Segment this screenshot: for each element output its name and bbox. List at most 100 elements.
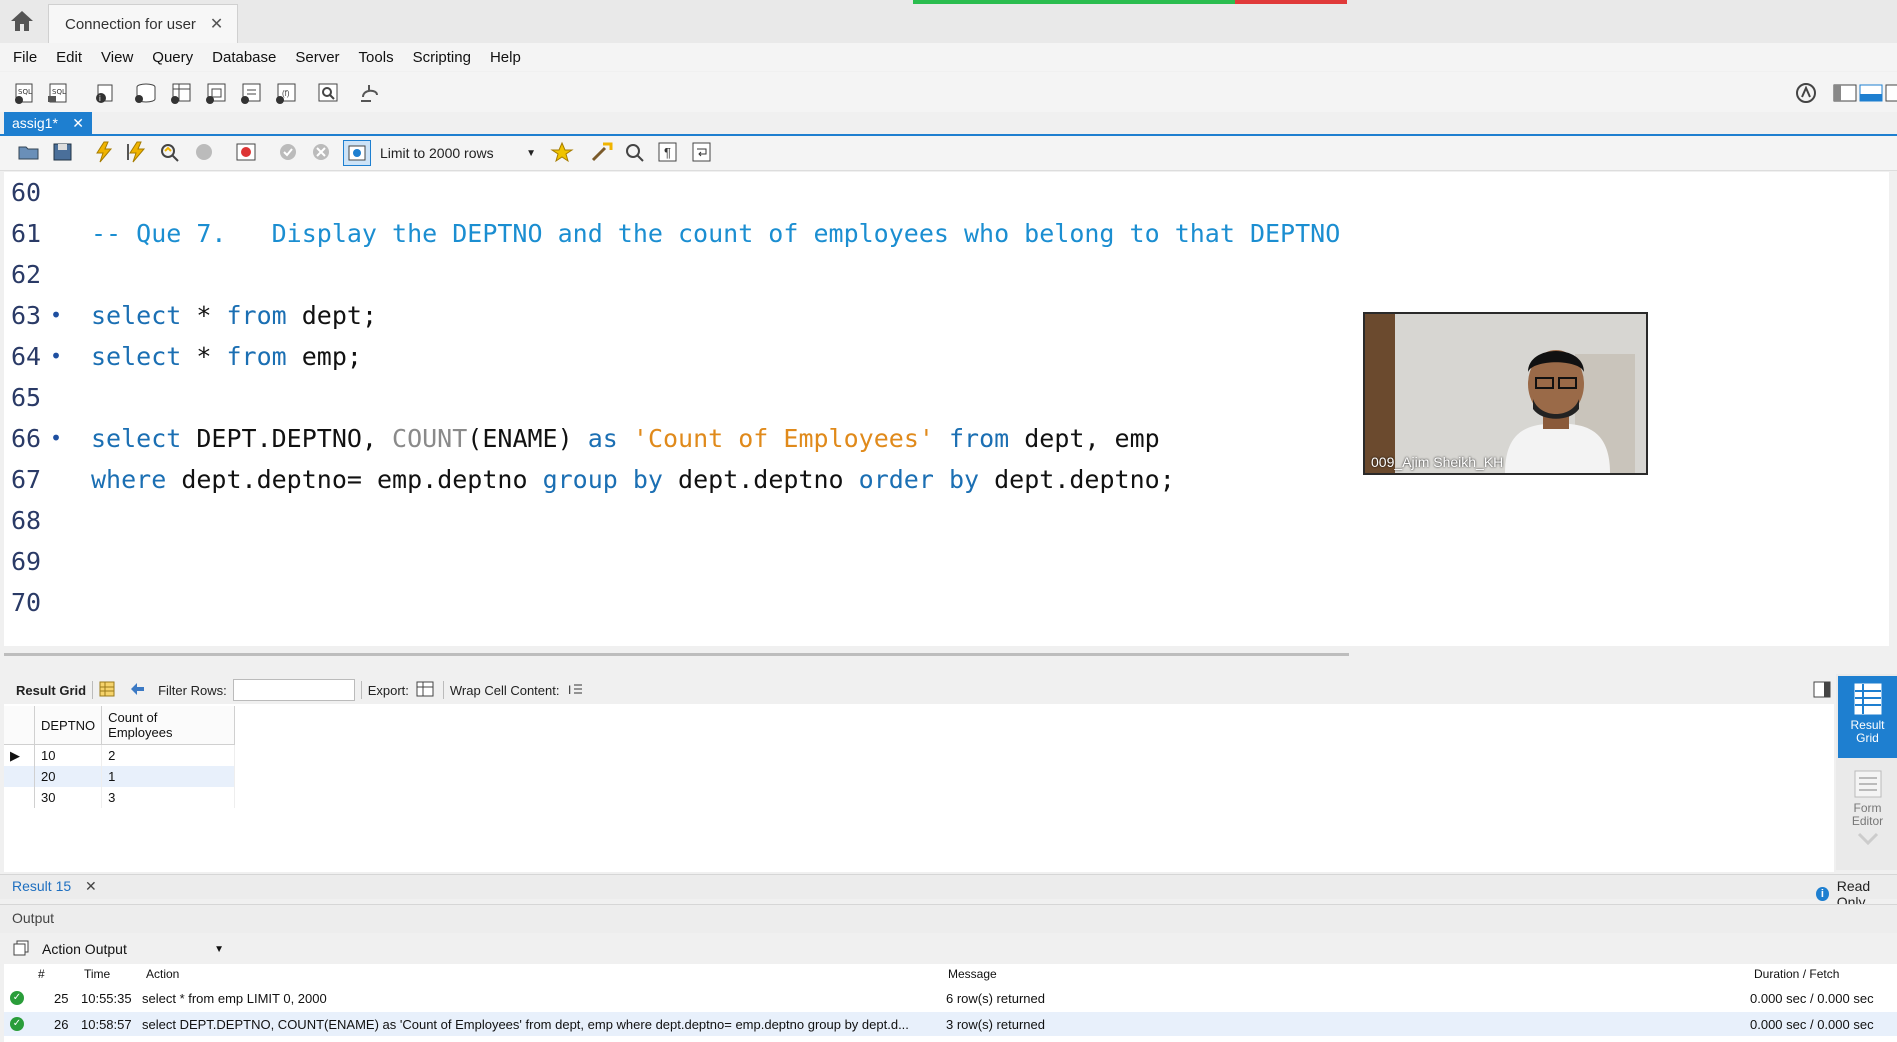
code-text: select * from dept;: [91, 295, 377, 336]
commit-icon[interactable]: [275, 140, 301, 164]
output-row-num: 26: [54, 1016, 69, 1032]
code-token: from: [948, 424, 1010, 453]
editor-horizontal-scrollbar[interactable]: [4, 653, 1349, 656]
export-label: Export:: [367, 682, 409, 698]
invisible-chars-icon[interactable]: ¶: [655, 140, 681, 164]
autocommit-icon[interactable]: [343, 140, 371, 166]
close-icon[interactable]: ✕: [210, 14, 223, 34]
explain-icon[interactable]: [157, 140, 183, 164]
search-table-data-icon[interactable]: [315, 81, 341, 105]
table-cell[interactable]: 1: [101, 766, 236, 787]
toggle-stop-on-error-icon[interactable]: [233, 140, 259, 164]
word-wrap-icon[interactable]: [689, 140, 715, 164]
export-icon[interactable]: [415, 680, 437, 701]
create-table-icon[interactable]: [168, 81, 194, 105]
menu-query[interactable]: Query: [146, 49, 199, 66]
toggle-output-icon[interactable]: [1858, 81, 1884, 105]
code-token: 'Count of Employees': [632, 424, 934, 453]
create-procedure-icon[interactable]: [238, 81, 264, 105]
connection-tab[interactable]: Connection for user ✕: [48, 4, 238, 43]
toggle-panel-icon[interactable]: [1812, 680, 1832, 704]
output-row[interactable]: ✓ 26 10:58:57 select DEPT.DEPTNO, COUNT(…: [4, 1012, 1897, 1036]
save-icon[interactable]: [50, 140, 76, 164]
output-title: Output: [12, 910, 55, 926]
column-header-action: Action: [146, 967, 180, 981]
code-token: DEPT.DEPTNO,: [181, 424, 393, 453]
table-cell[interactable]: 10: [34, 744, 103, 766]
inspector-icon[interactable]: i: [92, 81, 118, 105]
create-function-icon[interactable]: (f): [273, 81, 299, 105]
rollback-icon[interactable]: [308, 140, 334, 164]
current-row-marker-icon: ▶: [4, 744, 35, 766]
table-row[interactable]: 20 1: [4, 766, 236, 787]
output-type-value: Action Output: [42, 941, 127, 957]
add-snippet-icon[interactable]: [549, 140, 575, 164]
home-icon[interactable]: [8, 8, 36, 34]
line-number: 69: [11, 547, 42, 576]
result-table[interactable]: DEPTNO Count of Employees ▶ 10 2 20 1 30…: [4, 706, 236, 808]
file-tab[interactable]: assig1* ✕: [4, 112, 92, 134]
form-editor-side-button[interactable]: Form Editor: [1838, 765, 1897, 847]
close-icon[interactable]: ✕: [85, 878, 97, 894]
code-token: *: [181, 301, 227, 330]
line-number: 62: [11, 260, 42, 289]
menu-tools[interactable]: Tools: [353, 49, 400, 66]
column-header-deptno[interactable]: DEPTNO: [34, 706, 103, 745]
stop-icon[interactable]: [191, 140, 217, 164]
result-grid[interactable]: DEPTNO Count of Employees ▶ 10 2 20 1 30…: [4, 704, 1834, 872]
new-sql-tab-icon[interactable]: SQL: [12, 81, 38, 105]
toggle-sidebar-icon[interactable]: [1832, 81, 1858, 105]
toggle-secondary-sidebar-icon[interactable]: [1884, 81, 1897, 105]
menu-edit[interactable]: Edit: [50, 49, 88, 66]
create-view-icon[interactable]: [203, 81, 229, 105]
table-cell[interactable]: 30: [34, 787, 103, 808]
limit-rows-select[interactable]: Limit to 2000 rows ▼: [380, 142, 536, 164]
menu-help[interactable]: Help: [484, 49, 527, 66]
code-token: (ENAME): [467, 424, 588, 453]
close-icon[interactable]: ✕: [72, 115, 84, 132]
reconnect-icon[interactable]: [357, 81, 383, 105]
table-cell[interactable]: 2: [101, 744, 236, 766]
table-row[interactable]: ▶ 10 2: [4, 744, 236, 766]
form-editor-side-label: Form Editor: [1851, 801, 1884, 828]
find-icon[interactable]: [622, 140, 648, 164]
copy-icon[interactable]: [12, 939, 30, 961]
mysql-logo-icon: [1793, 81, 1819, 105]
create-schema-icon[interactable]: [132, 81, 158, 105]
open-folder-icon[interactable]: [16, 140, 42, 164]
column-header-count[interactable]: Count of Employees: [101, 706, 236, 745]
output-row[interactable]: ✓ 25 10:55:35 select * from emp LIMIT 0,…: [4, 986, 1897, 1010]
execute-current-icon[interactable]: [124, 140, 150, 164]
open-sql-file-icon[interactable]: SQL: [46, 81, 72, 105]
result-tab[interactable]: Result 15 ✕: [12, 878, 97, 895]
result-grid-side-button[interactable]: Result Grid: [1838, 676, 1897, 758]
menu-server[interactable]: Server: [289, 49, 345, 66]
line-number: 70: [11, 588, 42, 617]
success-check-icon: ✓: [10, 1017, 24, 1031]
wrap-text-icon[interactable]: I: [567, 681, 583, 700]
table-row[interactable]: 30 3: [4, 787, 236, 808]
table-cell[interactable]: 3: [101, 787, 236, 808]
menu-scripting[interactable]: Scripting: [407, 49, 477, 66]
output-type-select[interactable]: Action Output ▼: [34, 936, 224, 962]
menu-file[interactable]: File: [7, 49, 43, 66]
chevron-down-icon[interactable]: [1838, 828, 1897, 851]
beautify-icon[interactable]: [589, 140, 615, 164]
connection-tab-bar: [0, 0, 1897, 44]
filter-rows-input[interactable]: [232, 679, 355, 701]
line-number: 67: [11, 465, 42, 494]
line-number: 61: [11, 219, 42, 248]
menu-view[interactable]: View: [95, 49, 139, 66]
code-token: as: [587, 424, 618, 453]
refresh-icon[interactable]: [128, 681, 148, 700]
execute-icon[interactable]: [91, 140, 117, 164]
result-grid-label[interactable]: Result Grid: [16, 683, 86, 698]
main-toolbar: SQL SQL i (f): [0, 72, 1897, 113]
output-row-time: 10:55:35: [81, 990, 132, 1006]
grid-icon[interactable]: [99, 681, 115, 700]
menu-database[interactable]: Database: [206, 49, 282, 66]
output-grid[interactable]: # Time Action Message Duration / Fetch ✓…: [4, 964, 1897, 1042]
webcam-overlay: 009_Ajim Sheikh_KH: [1363, 312, 1648, 475]
table-cell[interactable]: 20: [34, 766, 103, 787]
